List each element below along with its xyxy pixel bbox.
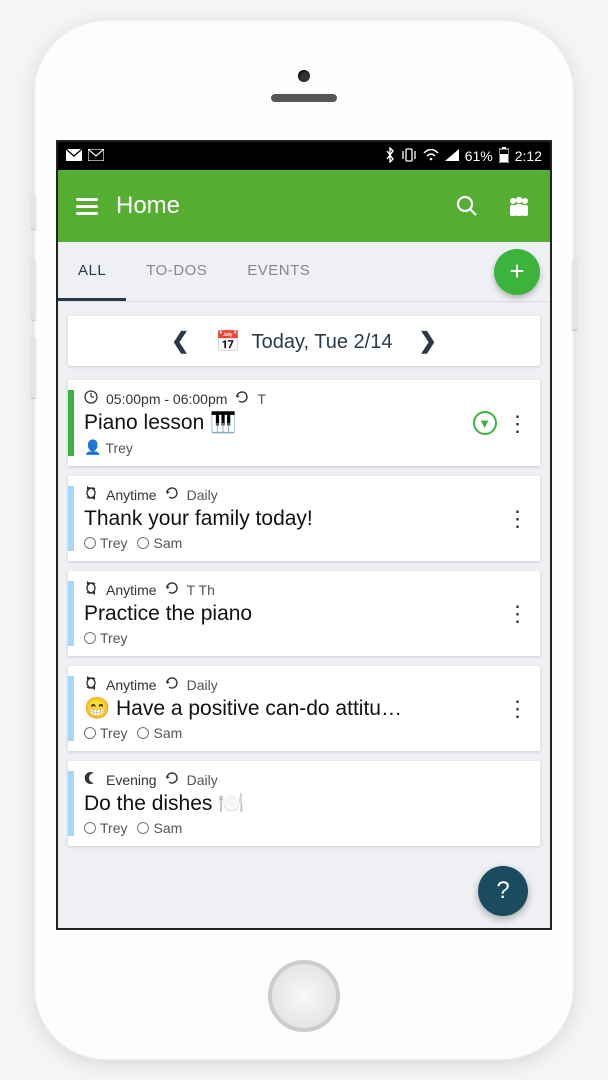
app-bar: Home [58,170,550,242]
card-stripe [68,390,74,456]
mute-switch [31,195,36,229]
battery-pct: 61% [465,148,493,164]
repeat-icon-2 [165,771,179,788]
when-label: Anytime [106,582,157,598]
battery-icon [499,147,509,166]
expand-button[interactable]: ▼ [473,411,497,435]
card-title: Do the dishes 🍽️ [84,792,528,816]
evening-icon [84,771,98,788]
add-button[interactable]: + [494,249,540,295]
checkbox-icon[interactable] [84,632,96,644]
wifi-icon [423,148,439,164]
date-text: Today, Tue 2/14 [252,331,393,353]
more-button[interactable]: ⋮ [507,608,529,619]
date-label[interactable]: 📅 Today, Tue 2/14 [216,329,393,354]
mail-icon [66,148,82,164]
todo-card[interactable]: Anytime T Th Practice the piano Trey ⋮ [68,571,540,656]
repeat-icon [84,581,98,598]
assignee: Trey [100,535,127,551]
more-button[interactable]: ⋮ [507,703,529,714]
assignee: Sam [153,535,182,551]
repeat-label: T [257,391,266,407]
repeat-label: T Th [187,582,215,598]
checkbox-icon[interactable] [137,822,149,834]
person-icon: 👤 [84,439,101,456]
checkbox-icon[interactable] [84,537,96,549]
assignee: Sam [153,820,182,836]
people-button[interactable] [506,193,532,219]
calendar-icon: 📅 [216,331,241,353]
item-list: 05:00pm - 06:00pm T Piano lesson 🎹 👤Trey… [58,380,550,846]
event-card[interactable]: 05:00pm - 06:00pm T Piano lesson 🎹 👤Trey… [68,380,540,466]
volume-up [31,260,36,320]
bluetooth-icon [385,147,395,166]
clock-icon [84,390,98,407]
menu-button[interactable] [76,198,98,215]
repeat-icon-2 [165,676,179,693]
card-stripe [68,676,74,741]
card-title: Thank your family today! [84,507,501,531]
card-stripe [68,581,74,646]
assignee: Sam [153,725,182,741]
repeat-icon [235,390,249,407]
assignee: Trey [100,820,127,836]
tab-events[interactable]: EVENTS [227,242,330,301]
status-bar: 61% 2:12 [58,142,550,170]
search-button[interactable] [454,193,480,219]
todo-card[interactable]: Anytime Daily 😁 Have a positive can-do a… [68,666,540,751]
volume-down [31,338,36,398]
when-label: Anytime [106,487,157,503]
page-title: Home [116,192,436,220]
card-title: 😁 Have a positive can-do attitu… [84,697,501,721]
card-title: Practice the piano [84,602,501,626]
phone-camera [298,70,310,82]
todo-card[interactable]: Evening Daily Do the dishes 🍽️ Trey Sam [68,761,540,846]
more-button[interactable]: ⋮ [507,418,529,429]
checkbox-icon[interactable] [137,727,149,739]
repeat-icon-2 [165,581,179,598]
tabs-row: ALL TO-DOS EVENTS + [58,242,550,302]
when-label: Anytime [106,677,157,693]
more-button[interactable]: ⋮ [507,513,529,524]
tab-todos[interactable]: TO-DOS [126,242,227,301]
power-button [572,260,577,330]
card-stripe [68,771,74,836]
when-label: Evening [106,772,157,788]
mail-icon-2 [88,148,104,164]
repeat-label: Daily [187,677,218,693]
repeat-icon [84,676,98,693]
time-range: 05:00pm - 06:00pm [106,391,227,407]
assignee: Trey [100,725,127,741]
repeat-label: Daily [187,487,218,503]
todo-card[interactable]: Anytime Daily Thank your family today! T… [68,476,540,561]
clock-text: 2:12 [515,148,542,164]
card-stripe [68,486,74,551]
next-day-button[interactable]: ❯ [418,328,436,354]
tab-all[interactable]: ALL [58,242,126,301]
home-button[interactable] [268,960,340,1032]
assignee: Trey [100,630,127,646]
checkbox-icon[interactable] [84,822,96,834]
repeat-icon [84,486,98,503]
card-title: Piano lesson 🎹 [84,411,467,435]
signal-icon [445,148,459,164]
help-button[interactable]: ? [478,866,528,916]
assignee: Trey [105,440,132,456]
phone-speaker [271,94,337,102]
phone-frame: 61% 2:12 Home ALL TO-DOS [34,20,574,1060]
repeat-icon-2 [165,486,179,503]
repeat-label: Daily [187,772,218,788]
vibrate-icon [401,148,417,165]
screen: 61% 2:12 Home ALL TO-DOS [56,140,552,930]
checkbox-icon[interactable] [84,727,96,739]
checkbox-icon[interactable] [137,537,149,549]
date-navigator: ❮ 📅 Today, Tue 2/14 ❯ [68,316,540,366]
prev-day-button[interactable]: ❮ [171,328,189,354]
